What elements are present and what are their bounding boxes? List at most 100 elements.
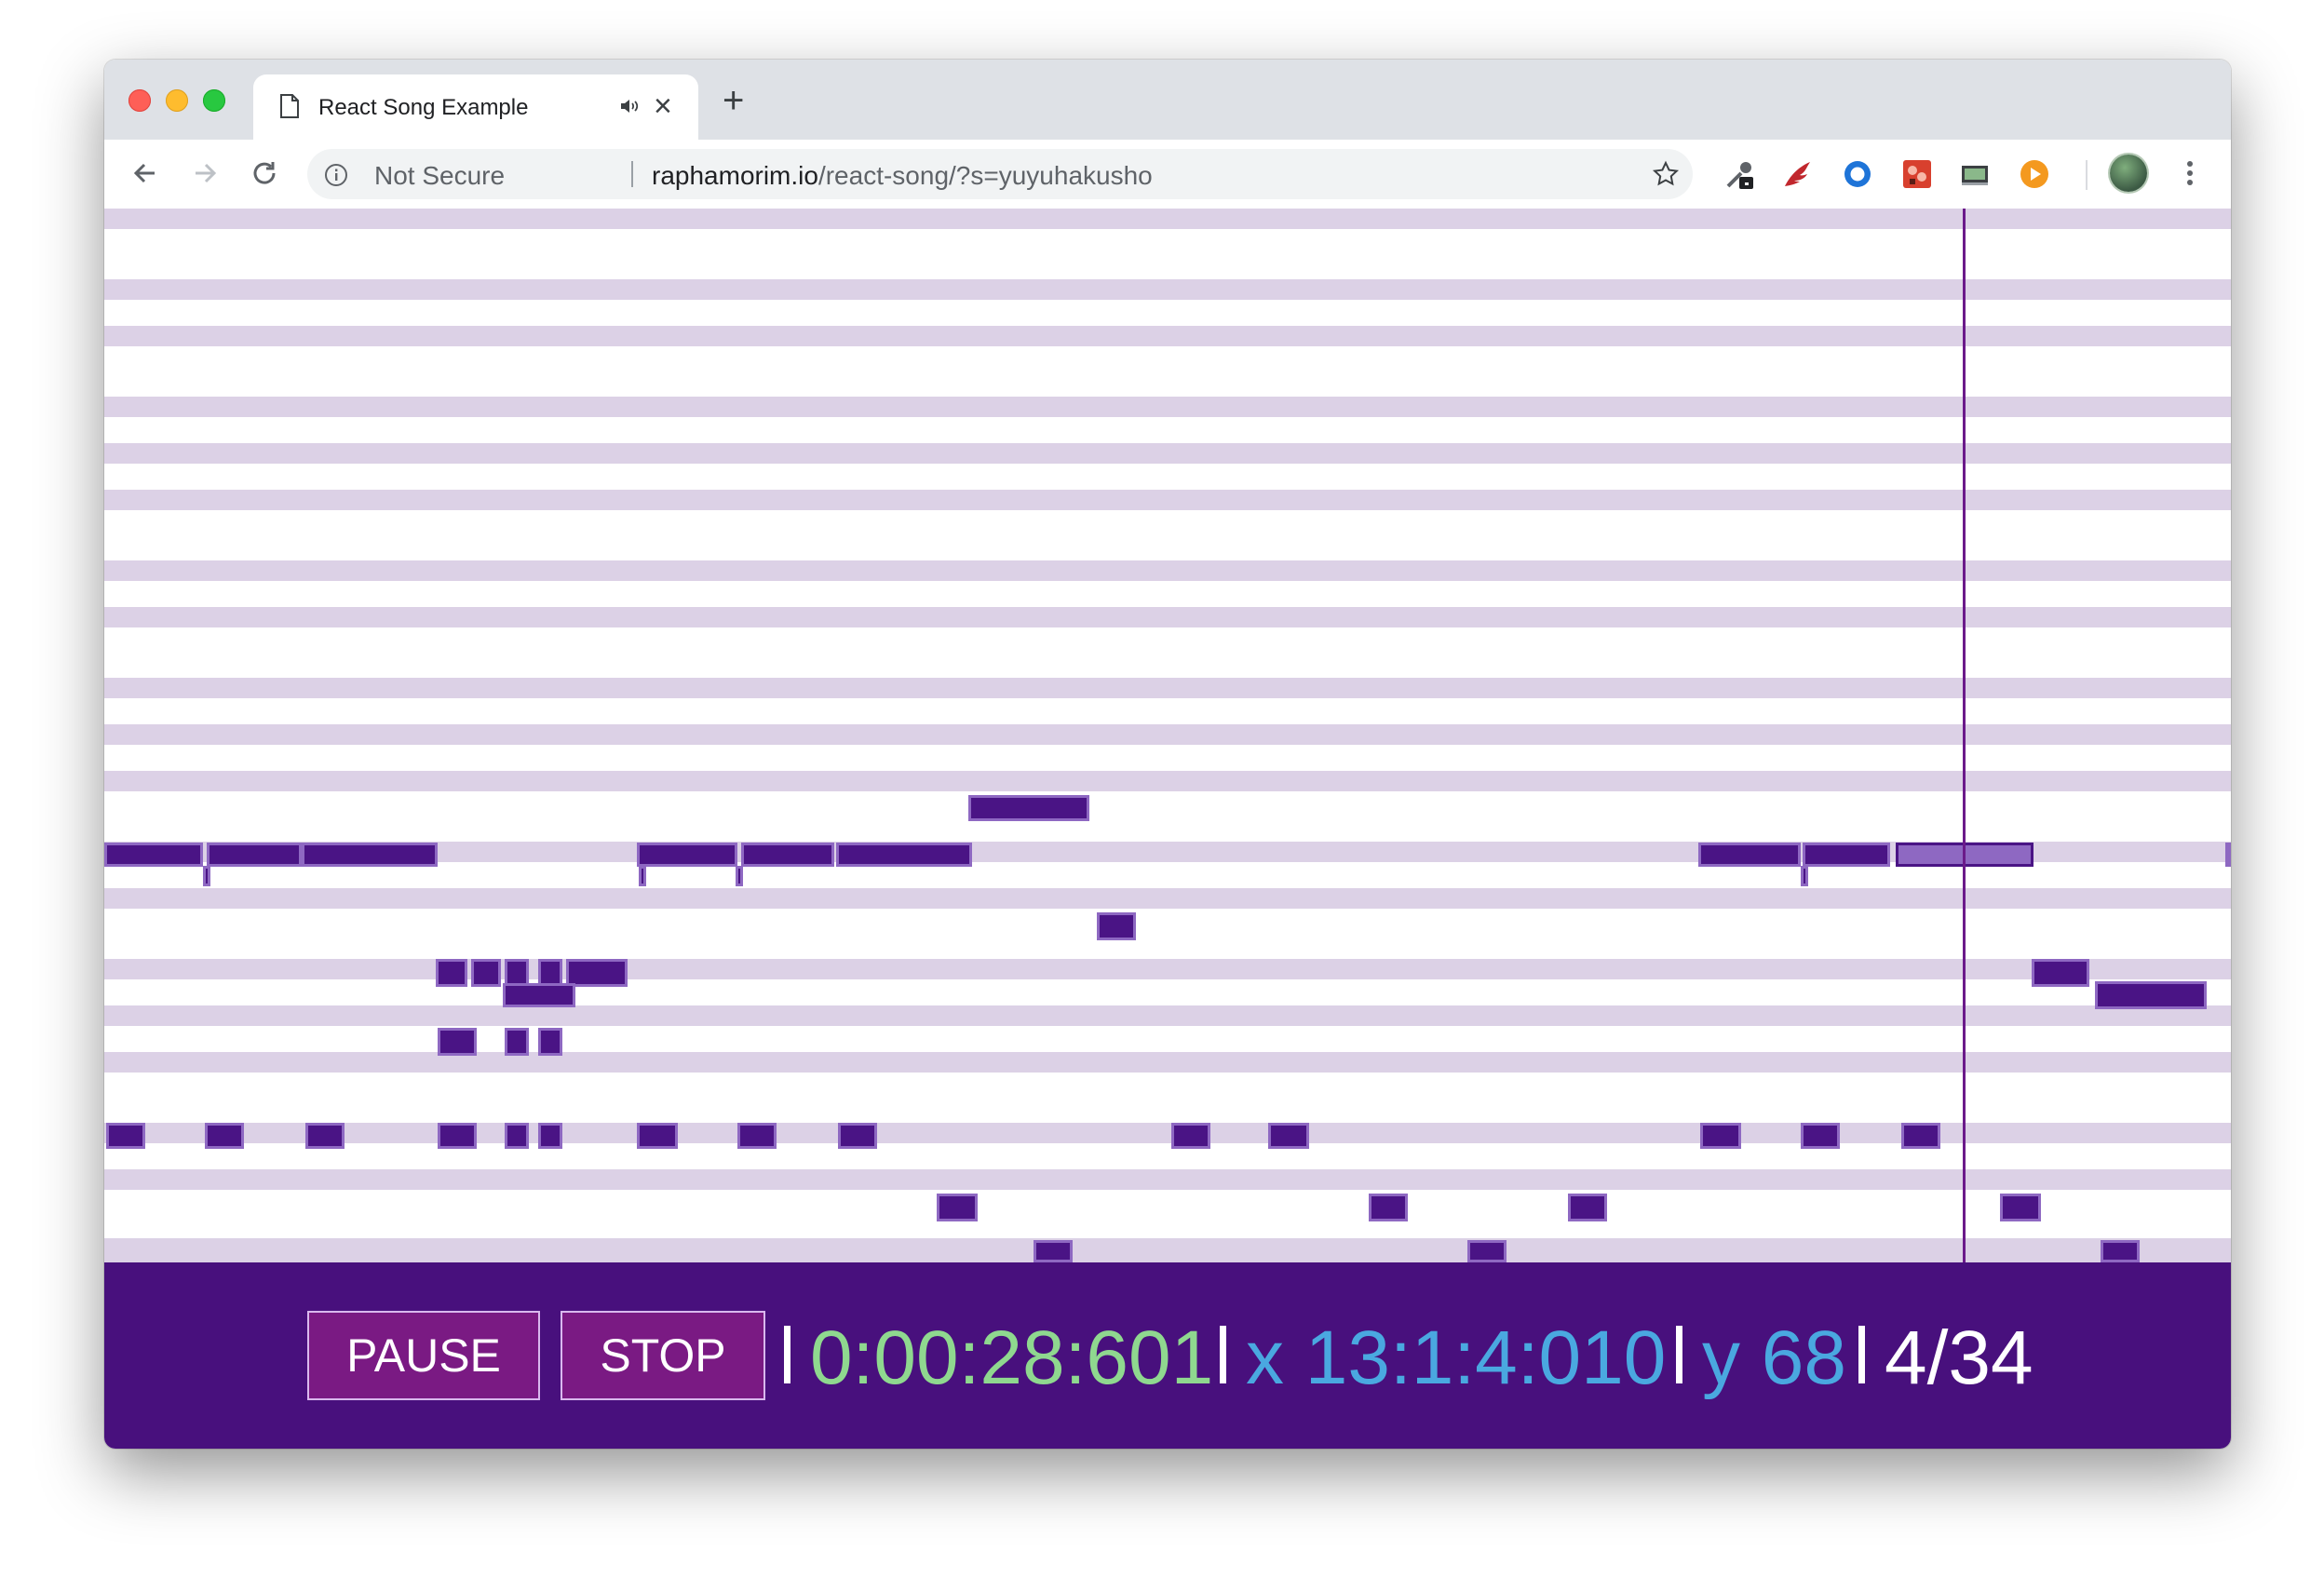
url-text[interactable]: raphamorim.io/react-song/?s=yuyuhakusho [652,161,1153,191]
url-path: /react-song/?s=yuyuhakusho [817,161,1153,190]
more-vertical-icon[interactable] [2173,156,2207,195]
pitch-lane [104,209,2231,229]
note [207,843,302,867]
note [1698,843,1801,867]
forward-arrow-icon[interactable] [188,156,222,195]
pitch-lane [104,443,2231,464]
zoom-window-button[interactable] [203,89,225,112]
note [1801,866,1808,886]
eyedropper-icon[interactable] [1724,158,1756,190]
pitch-lane [104,326,2231,346]
note [736,866,743,886]
note [836,843,972,867]
playhead [1963,209,1966,1262]
note [1369,1194,1408,1221]
note [436,959,467,987]
separator [1220,1326,1226,1383]
note [438,1028,477,1056]
pitch-lane [104,397,2231,417]
speaker-icon[interactable] [618,95,641,122]
pitch-lane [104,1005,2231,1026]
x-position-readout: x 13:1:4:010 [1246,1315,1667,1400]
separator [1676,1326,1682,1383]
note [505,1028,529,1056]
pitch-lane [104,607,2231,627]
minimize-window-button[interactable] [166,89,188,112]
toolbar-divider [2086,160,2088,190]
note [505,1123,529,1149]
note [104,843,203,867]
note [471,959,501,987]
circle-icon[interactable] [1842,158,1873,190]
player-controls: PAUSE STOP 0:00:28:601 x 13:1:4:010 y 68… [104,1262,2231,1449]
time-readout: 0:00:28:601 [810,1315,1214,1400]
note [1268,1123,1309,1149]
omnibox-divider [631,161,633,187]
pitch-lane [104,888,2231,909]
back-arrow-icon[interactable] [128,156,162,195]
pitch-lane [104,1169,2231,1190]
pitch-lane [104,959,2231,979]
note [2225,843,2231,867]
note [1901,1123,1940,1149]
note [737,1123,777,1149]
note [637,843,737,867]
note [968,795,1089,821]
info-icon[interactable] [324,163,348,192]
note [937,1194,978,1221]
note [2000,1194,2041,1221]
note [1700,1123,1741,1149]
note [1803,843,1890,867]
pitch-lane [104,678,2231,698]
piano-roll [104,209,2231,1262]
pitch-lane [104,279,2231,300]
page-icon [279,93,300,124]
reload-icon[interactable] [248,156,281,195]
close-icon[interactable]: × [654,88,672,125]
url-host: raphamorim.io [652,161,818,190]
profile-avatar[interactable] [2110,155,2147,192]
note [305,1123,345,1149]
close-window-button[interactable] [128,89,151,112]
note-count-readout: 4/34 [1885,1315,2034,1400]
note [637,1123,678,1149]
note [203,866,210,886]
sprite-icon[interactable] [1901,158,1933,190]
note [639,866,646,886]
note [1171,1123,1210,1149]
note [505,959,529,987]
separator [1858,1326,1865,1383]
tab-bar: React Song Example × + [104,60,2231,140]
note [1467,1240,1507,1262]
pitch-lane [104,1238,2231,1262]
note [1568,1194,1607,1221]
play-icon[interactable] [2019,158,2050,190]
pitch-lane [104,724,2231,745]
note [503,983,575,1007]
note [106,1123,145,1149]
note [566,959,628,987]
note [1801,1123,1840,1149]
separator [784,1326,790,1383]
new-tab-button[interactable]: + [723,82,744,119]
note [438,1123,477,1149]
stop-button[interactable]: STOP [561,1311,765,1400]
pitch-lane [104,771,2231,791]
pause-button[interactable]: PAUSE [307,1311,540,1400]
note [302,843,438,867]
note [205,1123,244,1149]
pitch-lane [104,1052,2231,1073]
browser-toolbar: Not Secure raphamorim.io/react-song/?s=y… [104,140,2231,209]
note [538,1123,562,1149]
note [2095,981,2207,1009]
monitor-icon[interactable] [1959,158,1991,190]
note [741,843,834,867]
note [838,1123,877,1149]
bookmark-star-icon[interactable] [1652,160,1680,193]
wing-icon[interactable] [1782,158,1814,190]
tab-react-song[interactable]: React Song Example × [253,74,698,140]
browser-window: React Song Example × + Not Secure rapham… [104,60,2231,1449]
note [2032,959,2089,987]
note [538,959,562,987]
address-bar[interactable]: Not Secure raphamorim.io/react-song/?s=y… [307,149,1693,199]
